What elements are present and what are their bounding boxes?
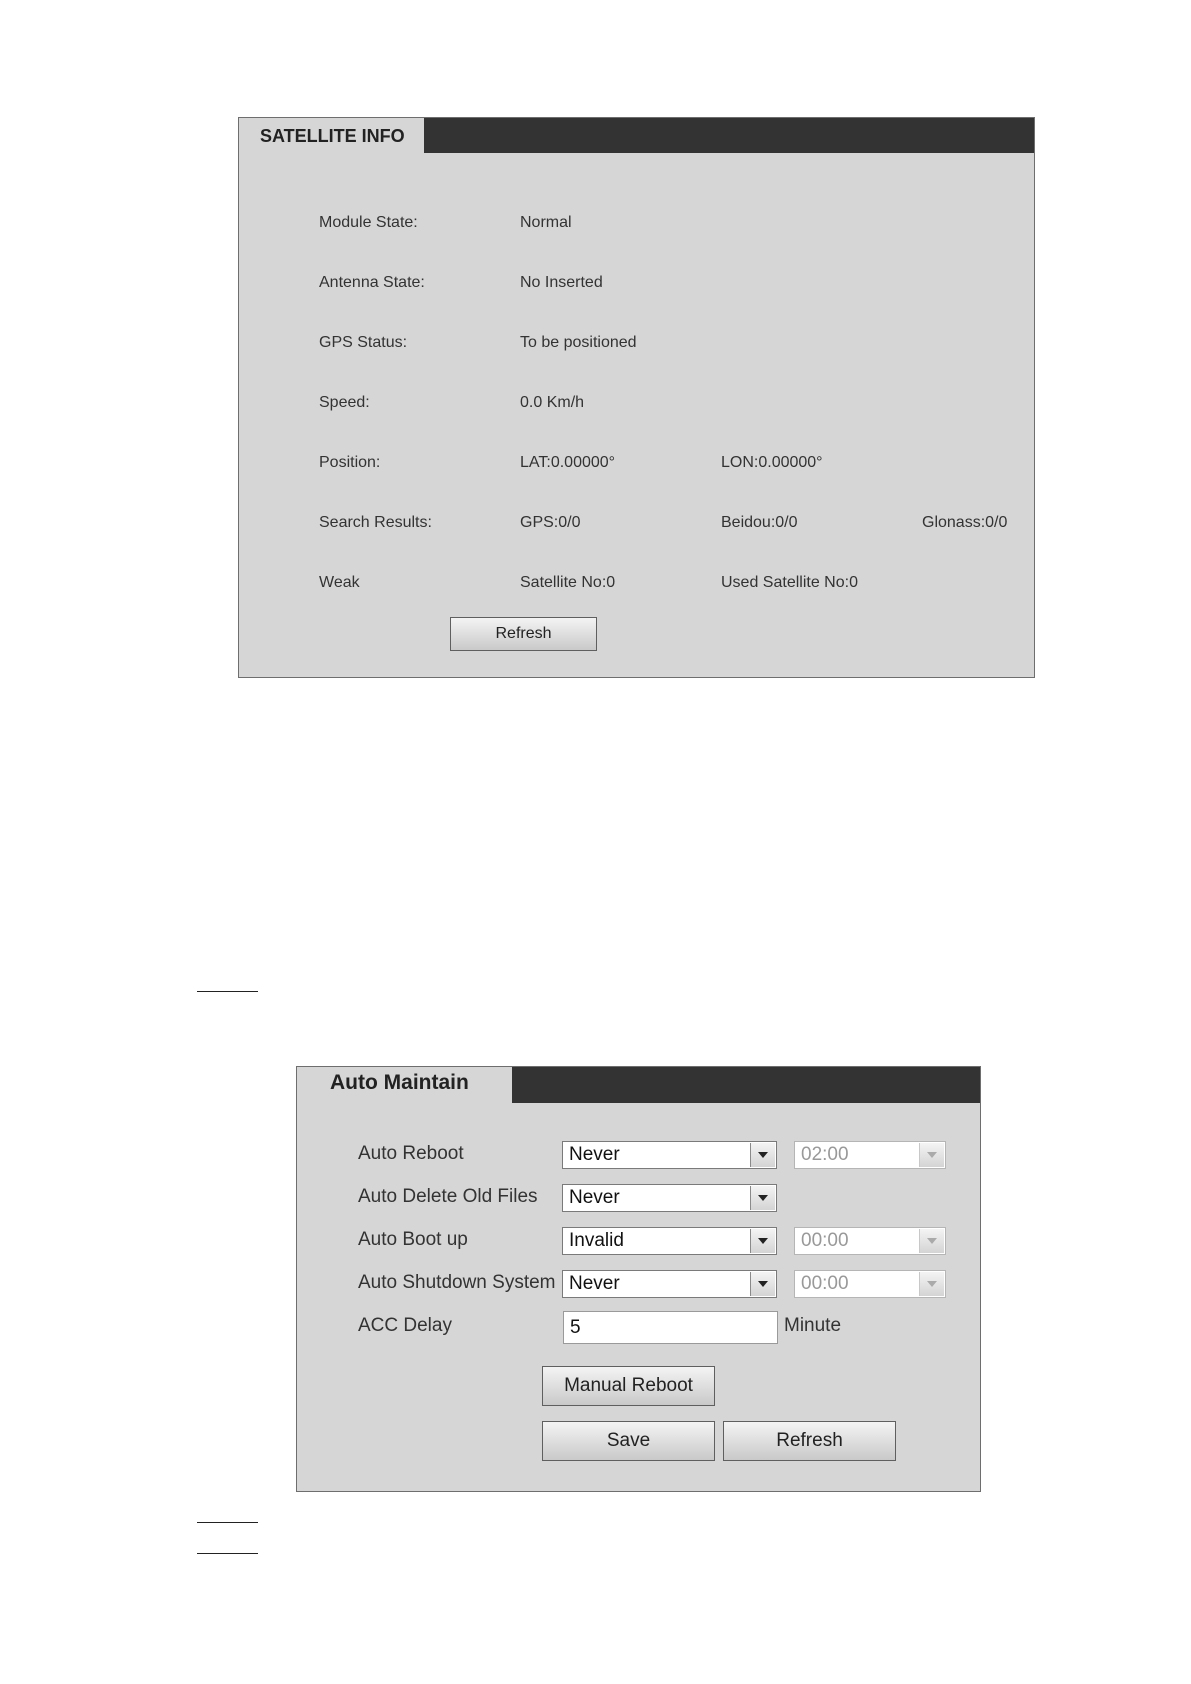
chevron-down-icon[interactable] xyxy=(919,1143,944,1167)
acc-delay-input[interactable] xyxy=(563,1311,778,1344)
tab-satellite-info[interactable]: SATELLITE INFO xyxy=(239,118,424,154)
auto-shutdown-select-value: Never xyxy=(569,1273,620,1294)
module-state-label: Module State: xyxy=(319,214,418,231)
gps-count-value: GPS:0/0 xyxy=(520,514,581,531)
gps-status-value: To be positioned xyxy=(520,334,637,351)
satellite-refresh-button[interactable]: Refresh xyxy=(450,617,597,651)
auto-boot-time-value: 00:00 xyxy=(801,1230,849,1251)
beidou-count-value: Beidou:0/0 xyxy=(721,514,798,531)
auto-shutdown-select[interactable]: Never xyxy=(562,1270,777,1298)
tab-auto-maintain[interactable]: Auto Maintain xyxy=(297,1067,512,1104)
chevron-down-icon[interactable] xyxy=(919,1229,944,1253)
auto-boot-select-value: Invalid xyxy=(569,1230,624,1251)
chevron-down-icon[interactable] xyxy=(750,1186,775,1210)
search-results-label: Search Results: xyxy=(319,514,432,531)
chevron-down-icon[interactable] xyxy=(750,1229,775,1253)
divider xyxy=(197,991,258,992)
speed-label: Speed: xyxy=(319,394,370,411)
satellite-no-value: Satellite No:0 xyxy=(520,574,616,591)
used-satellite-no-value: Used Satellite No:0 xyxy=(721,574,858,591)
chevron-down-icon[interactable] xyxy=(750,1143,775,1167)
longitude-value: LON:0.00000° xyxy=(721,454,823,471)
gps-status-label: GPS Status: xyxy=(319,334,408,351)
glonass-count-value: Glonass:0/0 xyxy=(922,514,1008,531)
module-state-value: Normal xyxy=(520,214,572,231)
auto-boot-time-select[interactable]: 00:00 xyxy=(794,1227,946,1255)
auto-delete-label: Auto Delete Old Files xyxy=(358,1186,538,1207)
divider xyxy=(197,1553,258,1554)
latitude-value: LAT:0.00000° xyxy=(520,454,616,471)
divider xyxy=(197,1522,258,1523)
chevron-down-icon[interactable] xyxy=(919,1272,944,1296)
chevron-down-icon[interactable] xyxy=(750,1272,775,1296)
auto-shutdown-time-value: 00:00 xyxy=(801,1273,849,1294)
auto-reboot-label: Auto Reboot xyxy=(358,1143,464,1164)
manual-reboot-button[interactable]: Manual Reboot xyxy=(542,1366,715,1406)
save-button[interactable]: Save xyxy=(542,1421,715,1461)
auto-reboot-time-value: 02:00 xyxy=(801,1144,849,1165)
auto-shutdown-label: Auto Shutdown System xyxy=(358,1272,556,1293)
auto-maintain-panel: Auto Maintain Auto Reboot Never 02:00 Au… xyxy=(296,1066,981,1492)
auto-reboot-select[interactable]: Never xyxy=(562,1141,777,1169)
signal-strength-label: Weak xyxy=(319,574,360,591)
antenna-state-value: No Inserted xyxy=(520,274,603,291)
auto-delete-select[interactable]: Never xyxy=(562,1184,777,1212)
refresh-button[interactable]: Refresh xyxy=(723,1421,896,1461)
auto-reboot-time-select[interactable]: 02:00 xyxy=(794,1141,946,1169)
auto-boot-select[interactable]: Invalid xyxy=(562,1227,777,1255)
auto-reboot-select-value: Never xyxy=(569,1144,620,1165)
acc-delay-unit: Minute xyxy=(784,1315,842,1336)
acc-delay-label: ACC Delay xyxy=(358,1315,452,1336)
auto-shutdown-time-select[interactable]: 00:00 xyxy=(794,1270,946,1298)
speed-value: 0.0 Km/h xyxy=(520,394,585,411)
auto-boot-label: Auto Boot up xyxy=(358,1229,468,1250)
satellite-info-panel: SATELLITE INFO Module State: Normal Ante… xyxy=(238,117,1035,678)
antenna-state-label: Antenna State: xyxy=(319,274,425,291)
position-label: Position: xyxy=(319,454,381,471)
auto-delete-select-value: Never xyxy=(569,1187,620,1208)
